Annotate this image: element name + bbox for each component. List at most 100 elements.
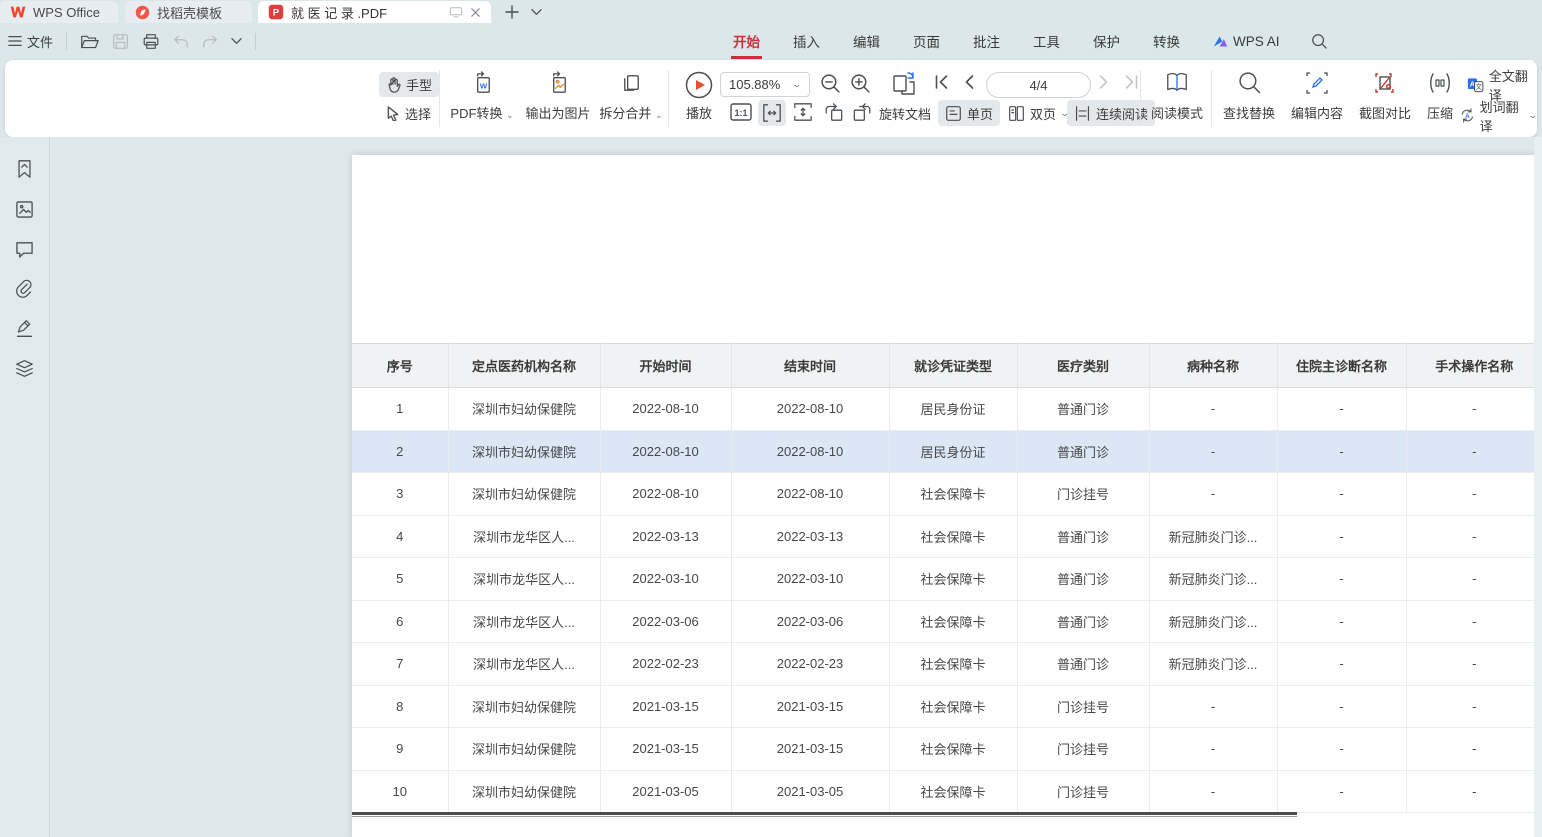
- layers-icon[interactable]: [15, 359, 34, 378]
- menu-start[interactable]: 开始: [731, 28, 762, 54]
- menu-edit[interactable]: 编辑: [851, 28, 882, 54]
- rotate-right-icon: [852, 102, 873, 122]
- table-row[interactable]: 9深圳市妇幼保健院2021-03-152021-03-15社会保障卡门诊挂号--…: [352, 728, 1542, 771]
- previous-page-button[interactable]: [962, 74, 975, 90]
- document-area: 序号定点医药机构名称开始时间结束时间就诊凭证类型医疗类别病种名称住院主诊断名称手…: [0, 137, 1542, 837]
- close-tab-icon[interactable]: [470, 7, 481, 18]
- play-button[interactable]: 播放: [675, 68, 723, 130]
- monitor-icon[interactable]: [449, 6, 463, 18]
- screenshot-compare-button[interactable]: 截图对比: [1353, 68, 1417, 130]
- rotate-right-button[interactable]: [852, 102, 873, 122]
- menu-tools[interactable]: 工具: [1031, 28, 1062, 54]
- table-row[interactable]: 7深圳市龙华区人...2022-02-232022-02-23社会保障卡普通门诊…: [352, 643, 1542, 686]
- menu-protect[interactable]: 保护: [1091, 28, 1122, 54]
- zoom-in-button[interactable]: [850, 73, 871, 94]
- refresh-pages-button[interactable]: [889, 69, 919, 99]
- open-file-icon[interactable]: [80, 33, 99, 50]
- menu-page[interactable]: 页面: [911, 28, 942, 54]
- actual-size-button[interactable]: 1:1: [730, 102, 752, 122]
- select-tool-button[interactable]: 选择: [379, 101, 438, 126]
- page-number-input[interactable]: 4/4: [986, 72, 1091, 98]
- continuous-read-button[interactable]: 连续阅读: [1067, 100, 1155, 126]
- table-row[interactable]: 3深圳市妇幼保健院2022-08-102022-08-10社会保障卡门诊挂号--…: [352, 473, 1542, 516]
- table-row[interactable]: 10深圳市妇幼保健院2021-03-052021-03-05社会保障卡门诊挂号-…: [352, 770, 1542, 813]
- continuous-read-icon: [1074, 105, 1091, 122]
- last-page-button[interactable]: [1124, 74, 1139, 90]
- edit-content-button[interactable]: 编辑内容: [1285, 68, 1349, 130]
- zoom-out-button[interactable]: [820, 73, 841, 94]
- table-cell: 2022-03-06: [731, 600, 889, 643]
- thumbnail-icon[interactable]: [15, 200, 34, 219]
- column-header: 住院主诊断名称: [1277, 344, 1406, 388]
- quickbar-more-chevron-icon[interactable]: [231, 37, 242, 45]
- menu-annotate[interactable]: 批注: [971, 28, 1002, 54]
- search-icon[interactable]: [1311, 33, 1327, 49]
- fit-page-button[interactable]: [793, 102, 813, 122]
- pdf-convert-button[interactable]: W PDF转换 ⌄: [446, 68, 518, 130]
- full-translate-button[interactable]: A文 全文翻译: [1467, 72, 1537, 97]
- fit-width-button[interactable]: [758, 100, 786, 126]
- split-merge-icon: [619, 71, 644, 96]
- table-row[interactable]: 5深圳市龙华区人...2022-03-102022-03-10社会保障卡普通门诊…: [352, 558, 1542, 601]
- split-merge-button[interactable]: 拆分合并 ⌄: [593, 68, 669, 130]
- table-cell: 2021-03-15: [600, 685, 731, 728]
- wps-ai-label: WPS AI: [1233, 34, 1280, 49]
- first-page-button[interactable]: [934, 74, 949, 90]
- table-cell: -: [1149, 728, 1277, 771]
- menu-convert[interactable]: 转换: [1151, 28, 1182, 54]
- book-icon: [1165, 71, 1189, 95]
- menu-wps-ai[interactable]: WPS AI: [1211, 31, 1282, 52]
- print-icon[interactable]: [142, 33, 160, 50]
- find-replace-button[interactable]: 查找替换: [1217, 68, 1281, 130]
- word-translate-button[interactable]: A 划词翻译 ⌄: [1460, 103, 1537, 128]
- next-page-button[interactable]: [1098, 74, 1111, 90]
- bookmark-icon[interactable]: [15, 159, 34, 179]
- attachment-icon[interactable]: [15, 279, 34, 298]
- table-row[interactable]: 1深圳市妇幼保健院2022-08-102022-08-10居民身份证普通门诊--…: [352, 388, 1542, 431]
- table-cell: -: [1149, 430, 1277, 473]
- zoom-level-value: 105.88%: [729, 77, 780, 92]
- table-row[interactable]: 8深圳市妇幼保健院2021-03-152021-03-15社会保障卡门诊挂号--…: [352, 685, 1542, 728]
- undo-icon[interactable]: [173, 34, 189, 49]
- compress-button[interactable]: 压缩: [1417, 68, 1463, 130]
- table-row[interactable]: 4深圳市龙华区人...2022-03-132022-03-13社会保障卡普通门诊…: [352, 515, 1542, 558]
- single-page-button[interactable]: 单页: [938, 100, 1000, 126]
- split-merge-label: 拆分合并 ⌄: [599, 103, 662, 122]
- hand-tool-button[interactable]: 手型: [379, 72, 439, 97]
- new-tab-icon[interactable]: [505, 5, 519, 19]
- table-cell: 深圳市妇幼保健院: [448, 770, 600, 813]
- table-cell: 社会保障卡: [889, 643, 1017, 686]
- save-icon[interactable]: [112, 33, 129, 50]
- tab-docer-templates[interactable]: 找稻壳模板: [125, 1, 252, 23]
- tab-document-pdf[interactable]: P 就 医 记 录 .PDF: [258, 1, 491, 23]
- tab-list-chevron-icon[interactable]: [531, 8, 542, 16]
- signature-icon[interactable]: [15, 319, 34, 338]
- table-cell: -: [1406, 430, 1542, 473]
- read-mode-button[interactable]: 阅读模式: [1146, 68, 1208, 130]
- table-row[interactable]: 2深圳市妇幼保健院2022-08-102022-08-10居民身份证普通门诊--…: [352, 430, 1542, 473]
- table-cell: -: [1277, 430, 1406, 473]
- app-header: WPS Office 找稻壳模板 P 就 医 记 录 .PDF 文件: [0, 0, 1542, 57]
- tab-label: 就 医 记 录 .PDF: [291, 3, 387, 22]
- single-page-icon: [945, 105, 962, 122]
- screenshot-compare-icon: [1373, 71, 1397, 95]
- table-row[interactable]: 6深圳市龙华区人...2022-03-062022-03-06社会保障卡普通门诊…: [352, 600, 1542, 643]
- vertical-scrollbar-track[interactable]: [1534, 137, 1542, 837]
- wps-logo-icon: [10, 5, 26, 19]
- table-cell: 2022-03-13: [600, 515, 731, 558]
- comment-icon[interactable]: [15, 240, 34, 258]
- rotate-left-button[interactable]: [823, 102, 844, 122]
- table-cell: 6: [352, 600, 448, 643]
- double-page-button[interactable]: 双页 ⌄: [1001, 100, 1076, 126]
- pdf-page: 序号定点医药机构名称开始时间结束时间就诊凭证类型医疗类别病种名称住院主诊断名称手…: [352, 155, 1542, 837]
- file-menu-button[interactable]: 文件: [8, 32, 53, 51]
- table-cell: 社会保障卡: [889, 515, 1017, 558]
- redo-icon[interactable]: [202, 34, 218, 49]
- export-image-button[interactable]: 输出为图片: [518, 68, 598, 130]
- menu-insert[interactable]: 插入: [791, 28, 822, 54]
- table-cell: 普通门诊: [1017, 388, 1149, 431]
- tab-wps-home[interactable]: WPS Office: [0, 1, 118, 23]
- table-cell: 3: [352, 473, 448, 516]
- table-cell: 深圳市龙华区人...: [448, 600, 600, 643]
- zoom-level-dropdown[interactable]: 105.88% ⌄: [720, 72, 810, 97]
